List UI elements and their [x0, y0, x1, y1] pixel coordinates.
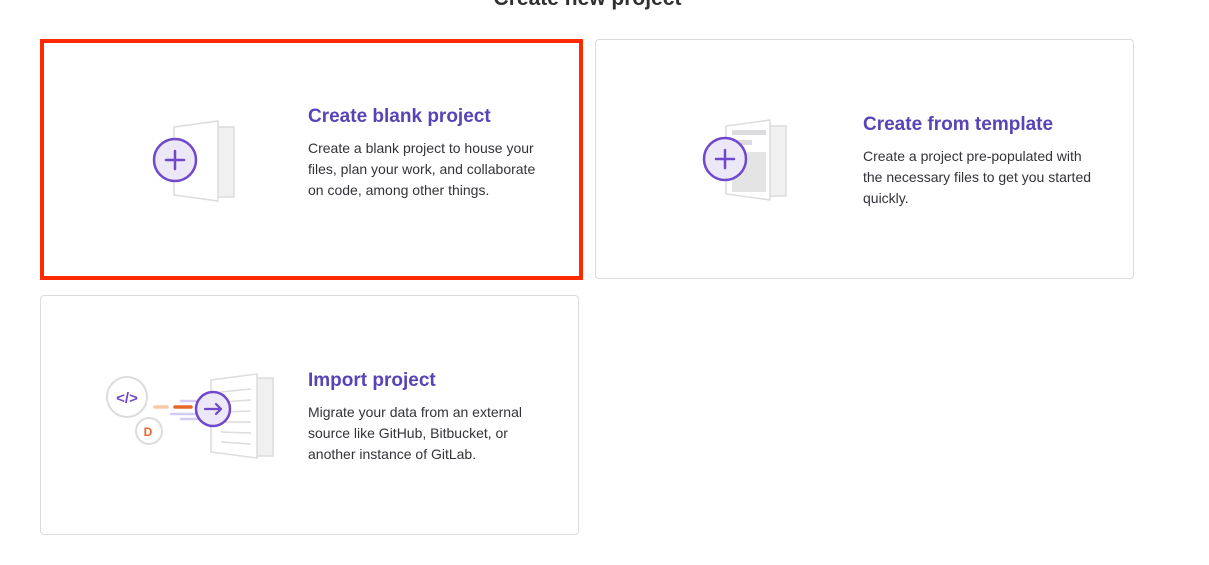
card-description: Create a project pre-populated with the … — [863, 148, 1092, 206]
import-project-card[interactable]: </> D Import project Migrate your data f… — [40, 295, 579, 535]
card-description: Create a blank project to house your fil… — [308, 140, 536, 198]
card-title: Create blank project — [308, 106, 491, 127]
create-blank-project-card[interactable]: Create blank project Create a blank proj… — [40, 39, 583, 280]
blank-project-icon — [152, 120, 235, 202]
svg-text:</>: </> — [116, 390, 138, 407]
import-project-icon: </> D — [106, 373, 274, 459]
card-description: Migrate your data from an external sourc… — [308, 404, 522, 462]
template-project-icon — [702, 119, 787, 201]
page-title: Create new project — [0, 0, 1175, 12]
card-title: Import project — [308, 370, 436, 391]
create-from-template-card[interactable]: Create from template Create a project pr… — [595, 39, 1134, 279]
card-title: Create from template — [863, 114, 1054, 135]
svg-text:D: D — [144, 425, 153, 439]
